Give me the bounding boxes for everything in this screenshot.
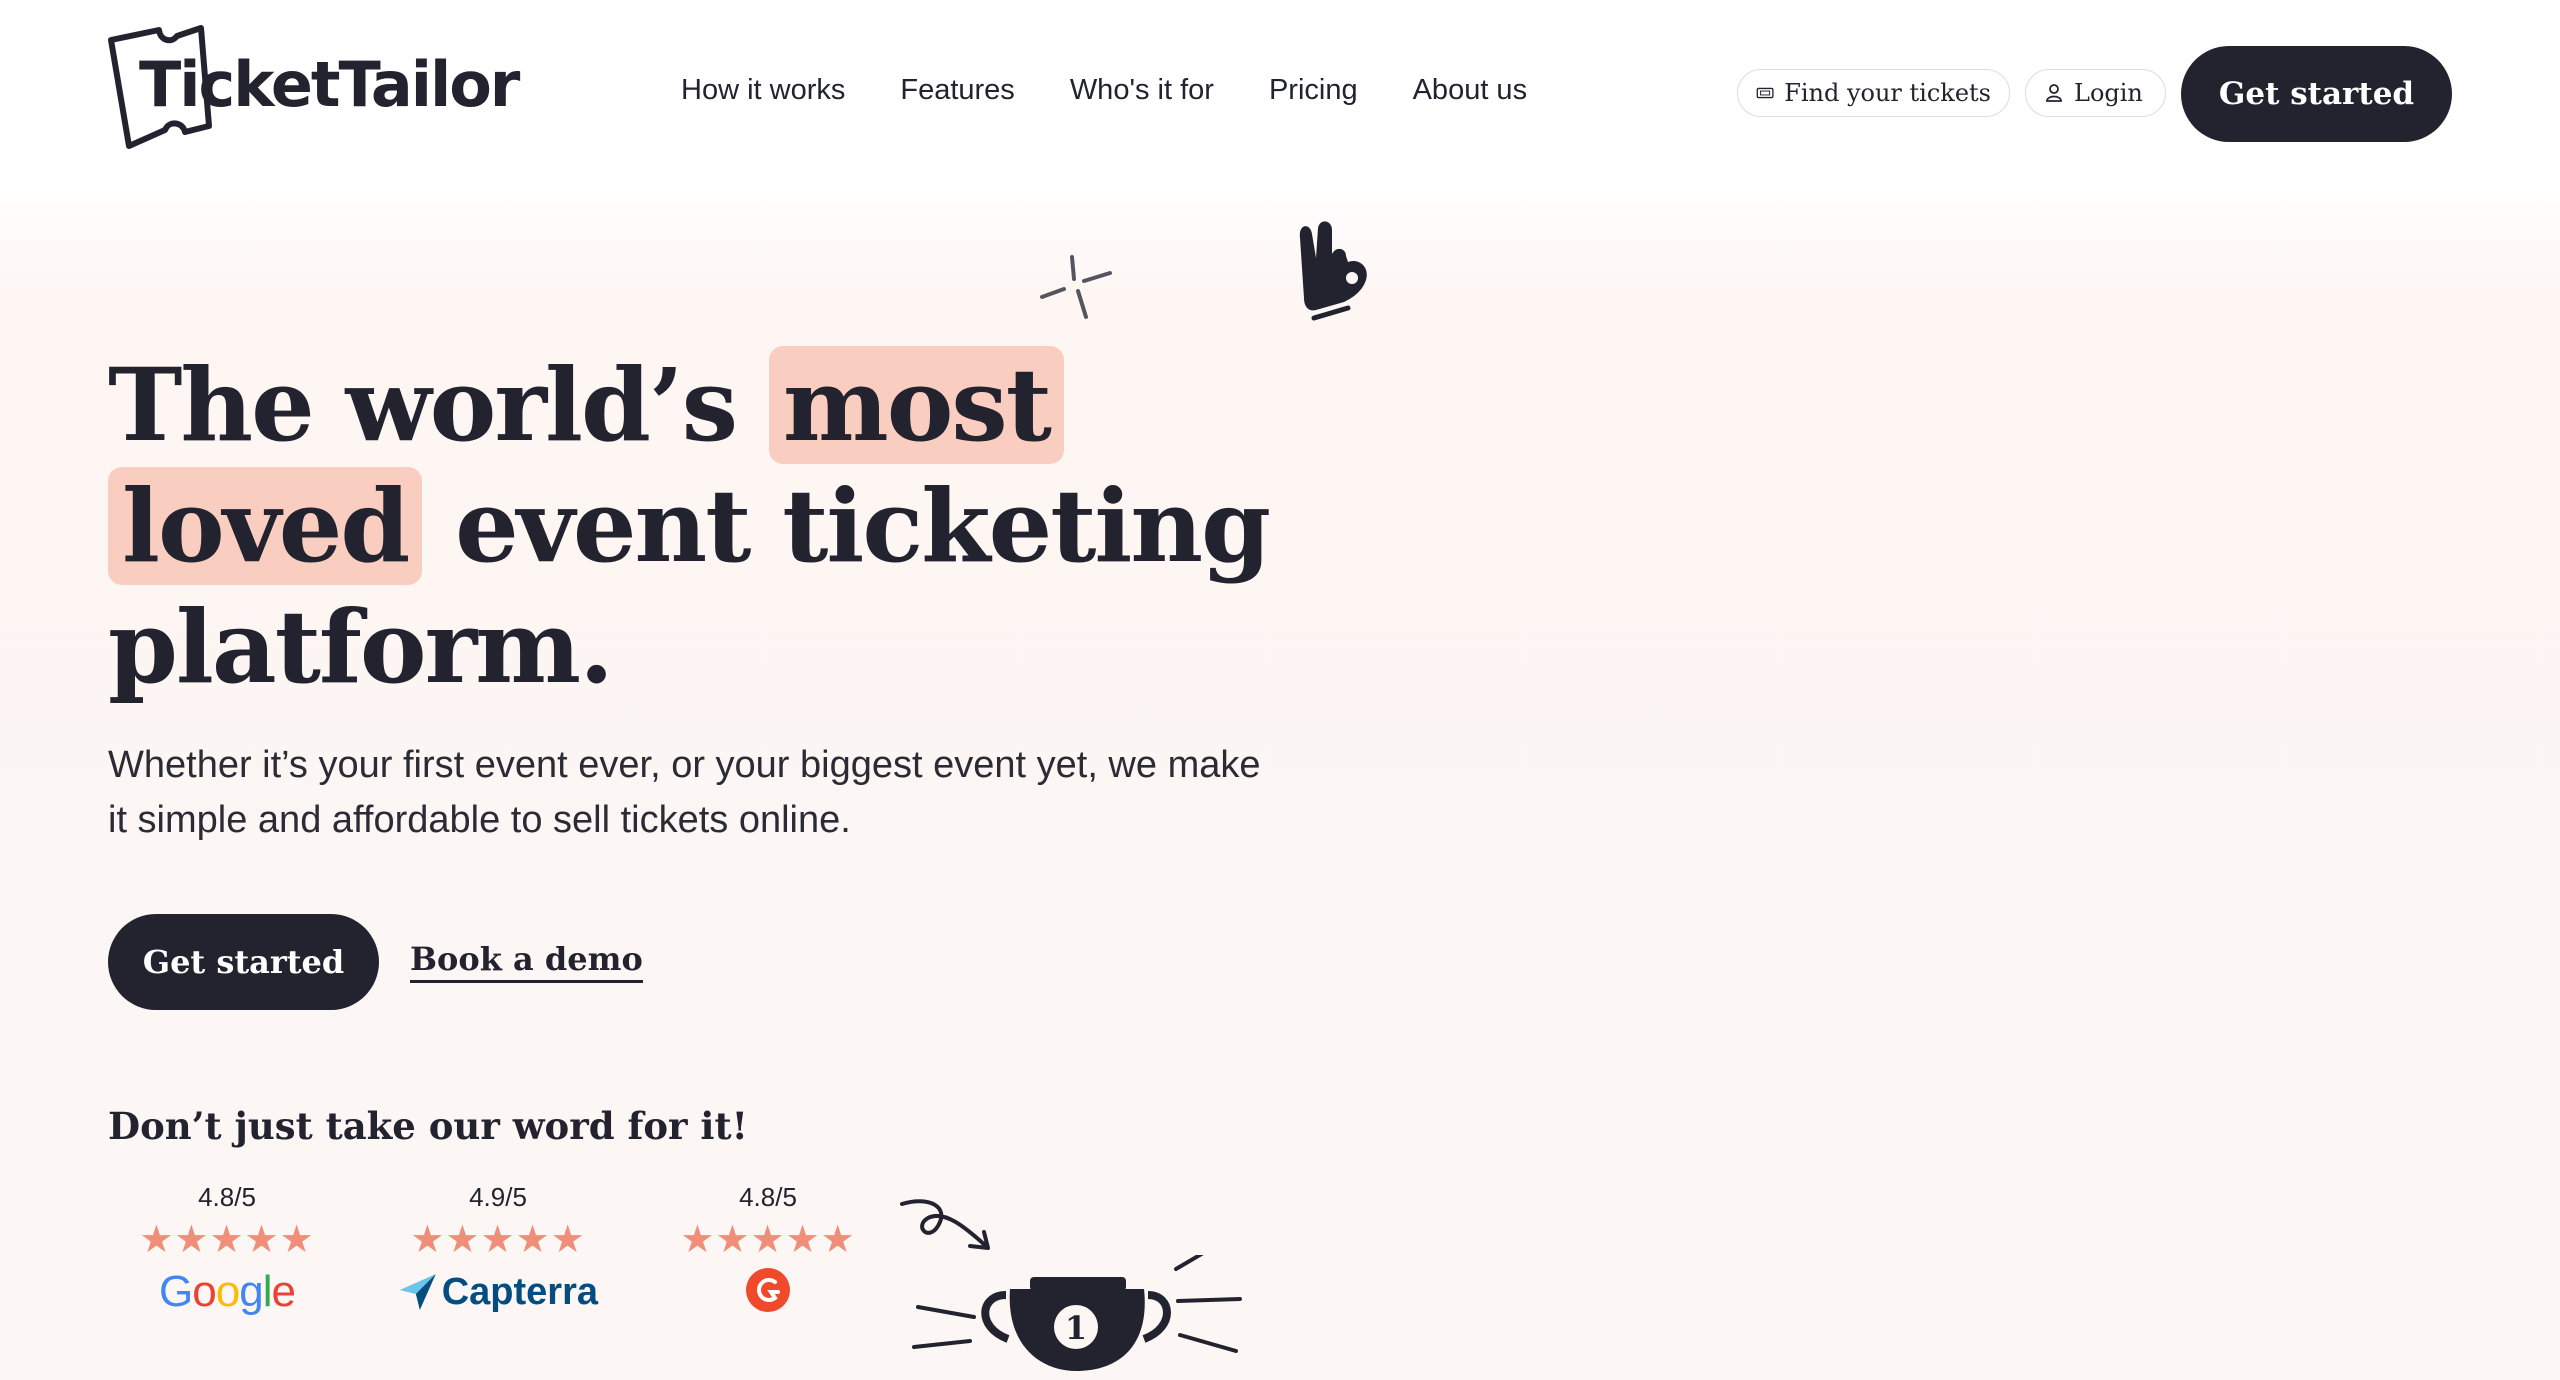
- logo-text: TicketTailor: [139, 48, 520, 121]
- rating-stars: ★★★★★: [139, 1217, 315, 1261]
- rating-stars: ★★★★★: [680, 1217, 856, 1261]
- nav-how-it-works[interactable]: How it works: [681, 74, 845, 107]
- headline-line-3: platform.: [108, 588, 614, 706]
- headline-highlight-loved: loved: [108, 467, 423, 585]
- headline-highlight-most: most: [768, 346, 1064, 464]
- rating-capterra: 4.9/5 ★★★★★ Capterra: [398, 1182, 598, 1317]
- hero-headline: The world’s most loved event ticketing p…: [108, 345, 1348, 708]
- main-nav: How it works Features Who's it for Prici…: [681, 74, 1582, 107]
- rating-score: 4.8/5: [739, 1182, 797, 1212]
- capterra-arrow-icon: [399, 1274, 436, 1310]
- headline-line-2: loved event ticketing: [108, 466, 1348, 587]
- sparkle-icon: [1040, 255, 1112, 319]
- ticket-icon: [1756, 87, 1774, 99]
- g2-icon: [746, 1268, 790, 1312]
- site-header: TicketTailor How it works Features Who's…: [0, 0, 2560, 190]
- capterra-wordmark: Capterra: [441, 1270, 598, 1313]
- trophy-number: 1: [1065, 1309, 1087, 1347]
- headline-line-1: The world’s most: [108, 345, 1348, 466]
- nav-about-us[interactable]: About us: [1413, 74, 1527, 107]
- nav-pricing[interactable]: Pricing: [1269, 74, 1358, 107]
- hero-subtext: Whether it’s your first event ever, or y…: [108, 744, 1261, 841]
- headline-part-2: event ticketing: [455, 467, 1271, 585]
- rating-score: 4.9/5: [469, 1182, 527, 1212]
- find-tickets-button[interactable]: Find your tickets: [1737, 69, 2010, 117]
- trophy-icon: 1: [912, 1255, 1242, 1371]
- reviews-title: Don’t just take our word for it!: [108, 1104, 748, 1148]
- nav-features[interactable]: Features: [900, 74, 1014, 107]
- headline-part-1: The world’s: [108, 346, 738, 464]
- capterra-logo: Capterra: [398, 1267, 598, 1317]
- rating-score: 4.8/5: [198, 1182, 256, 1212]
- header-get-started-button[interactable]: Get started: [2181, 46, 2452, 142]
- rating-g2: 4.8/5 ★★★★★: [668, 1182, 868, 1317]
- ok-hand-icon: [1299, 221, 1367, 321]
- nav-whos-it-for[interactable]: Who's it for: [1070, 74, 1214, 107]
- logo[interactable]: TicketTailor: [105, 22, 520, 152]
- rating-google: 4.8/5 ★★★★★ Google: [127, 1182, 327, 1317]
- curly-arrow-icon: [900, 1199, 990, 1250]
- google-logo: Google: [159, 1267, 296, 1316]
- user-icon: [2046, 84, 2062, 102]
- login-label: Login: [2074, 79, 2143, 107]
- login-button[interactable]: Login: [2025, 69, 2166, 117]
- rating-stars: ★★★★★: [410, 1217, 586, 1261]
- g2-logo: [668, 1267, 868, 1317]
- hero-get-started-button[interactable]: Get started: [108, 914, 379, 1010]
- book-demo-link[interactable]: Book a demo: [410, 940, 643, 983]
- find-tickets-label: Find your tickets: [1784, 79, 1991, 107]
